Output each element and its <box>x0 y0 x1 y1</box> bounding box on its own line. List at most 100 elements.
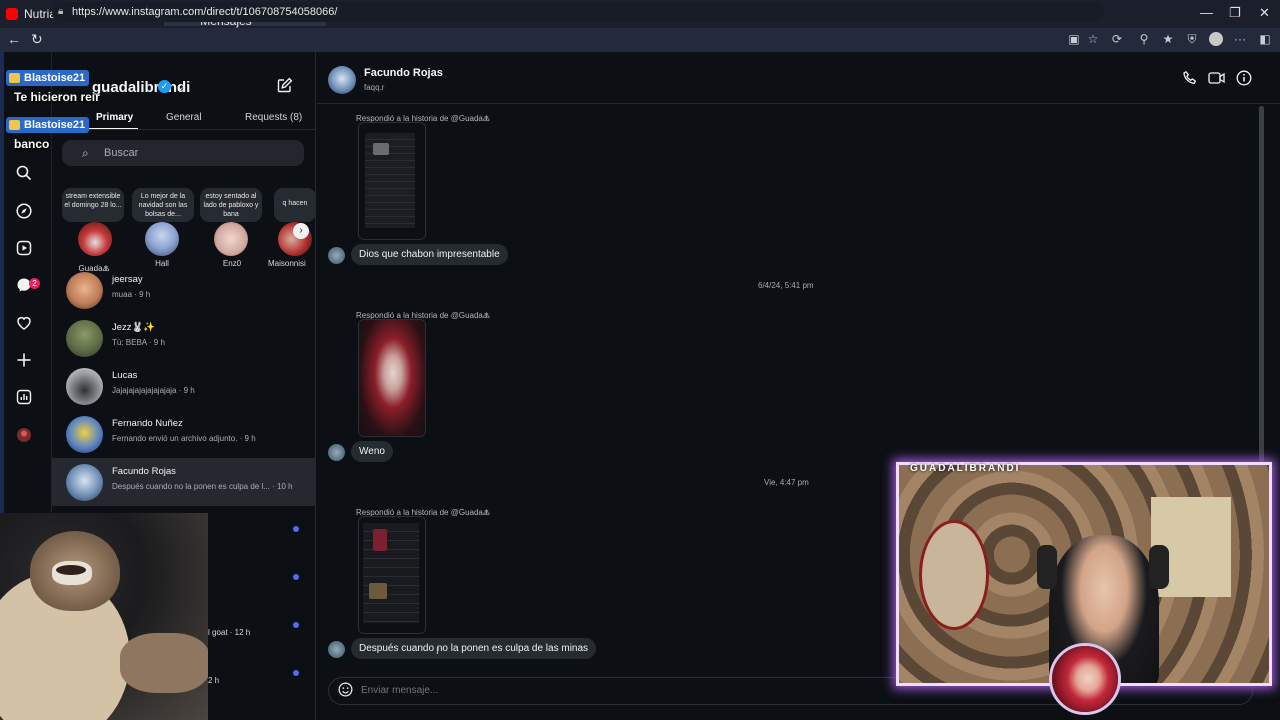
message-bubble[interactable]: Dios que chabon impresentable <box>351 244 508 265</box>
note-avatar[interactable] <box>78 222 112 256</box>
conversation-name: Fernando Nuñez <box>112 418 183 429</box>
heart-icon[interactable] <box>14 315 34 335</box>
message-bubble[interactable]: Weno <box>351 441 393 462</box>
chat-header <box>317 52 1280 104</box>
profile-icon[interactable] <box>14 427 34 447</box>
avatar <box>66 464 103 501</box>
avatar <box>66 320 103 357</box>
tab-requests[interactable]: Requests (8) <box>245 112 302 123</box>
youtube-icon <box>6 8 18 20</box>
search-input[interactable]: ⌕ Buscar <box>62 140 304 166</box>
tab-primary[interactable]: Primary <box>96 112 133 123</box>
avatar <box>66 368 103 405</box>
emoji-icon[interactable] <box>338 682 353 700</box>
video-icon[interactable] <box>1208 70 1225 90</box>
conversation-preview: Después cuando no la ponen es culpa de l… <box>112 482 293 491</box>
sidebar-icon[interactable]: ◧ <box>1258 32 1272 46</box>
lock-icon: 🔒︎ <box>58 6 64 17</box>
story-thumbnail[interactable] <box>358 122 426 240</box>
note-bubble[interactable]: estoy sentado al lado de pabloxo y bana <box>200 188 262 222</box>
conversation-item[interactable]: Fernando Nuñez Fernando envió un archivo… <box>52 410 316 458</box>
conversation-item-selected[interactable]: Facundo Rojas Después cuando no la ponen… <box>52 458 316 506</box>
text-cursor-icon: I <box>436 646 439 657</box>
conversation-preview: Jajajajajajajajajaja · 9 h <box>112 386 195 395</box>
conversation-preview: muaa · 9 h <box>112 290 151 299</box>
url-text: https://www.instagram.com/direct/t/10670… <box>72 6 338 18</box>
more-icon[interactable]: ··· <box>1233 32 1247 46</box>
conversation-preview: Tú: BEBA · 9 h <box>112 338 165 347</box>
avatar <box>66 272 103 309</box>
search-icon: ⌕ <box>82 146 89 160</box>
address-bar[interactable]: 🔒︎ https://www.instagram.com/direct/t/10… <box>52 2 1104 22</box>
chat-contact-username: faqq.r <box>364 83 385 92</box>
reels-icon[interactable] <box>14 240 34 260</box>
note-avatar[interactable] <box>145 222 179 256</box>
note-avatar[interactable] <box>214 222 248 256</box>
unread-dot <box>293 622 299 628</box>
tab-divider <box>62 129 316 130</box>
message-avatar <box>328 444 345 461</box>
alert-username: Blastoise21 <box>24 72 86 84</box>
chat-alert-badge: Blastoise21 <box>6 117 90 133</box>
chat-badge-icon <box>9 120 20 130</box>
compose-icon[interactable] <box>277 77 293 98</box>
alert-message: Te hicieron reir <box>14 90 100 104</box>
chevron-right-icon[interactable]: › <box>293 223 309 239</box>
story-thumbnail[interactable] <box>358 516 426 634</box>
conversation-item[interactable]: jeersay muaa · 9 h <box>52 266 316 314</box>
note-bubble[interactable]: Lo mejor de la navidad son las bolsas de… <box>132 188 194 222</box>
alert-message: banco <box>14 137 50 151</box>
sync-icon[interactable]: ⟳ <box>1110 32 1124 46</box>
favorites-icon[interactable]: ★ <box>1161 32 1175 46</box>
webcam-label: GUADALIBRANDI <box>910 463 1021 474</box>
shield-icon[interactable]: ⛨ <box>1185 32 1199 46</box>
search-icon[interactable] <box>14 165 34 185</box>
favorite-star-icon[interactable]: ☆ <box>1086 32 1100 46</box>
conversation-preview: 2 h <box>208 676 220 685</box>
chat-avatar[interactable] <box>328 66 356 94</box>
message-bubble[interactable]: Después cuando no la ponen es culpa de l… <box>351 638 597 659</box>
chat-alert-badge: Blastoise21 <box>6 70 90 86</box>
extension-icon[interactable]: ⚲ <box>1137 32 1151 46</box>
avatar <box>66 416 103 453</box>
notification-badge: 2 <box>29 278 40 289</box>
otter-video-overlay <box>0 513 208 720</box>
refresh-icon[interactable]: ↻ <box>31 31 43 48</box>
tab-general[interactable]: General <box>166 112 202 123</box>
create-icon[interactable] <box>14 352 34 372</box>
verified-badge-icon: ✓ <box>158 80 171 93</box>
message-input[interactable] <box>361 685 861 696</box>
unread-dot <box>293 526 299 532</box>
message-timestamp: 6/4/24, 5:41 pm <box>758 281 814 290</box>
dashboard-icon[interactable] <box>14 389 34 409</box>
story-thumbnail[interactable] <box>358 319 426 437</box>
info-icon[interactable] <box>1236 70 1252 90</box>
scrollbar-thumb[interactable] <box>1259 106 1264 462</box>
maximize-icon[interactable]: ❐ <box>1229 5 1241 21</box>
chat-badge-icon <box>9 73 20 83</box>
close-window-icon[interactable]: ✕ <box>1259 5 1270 21</box>
back-icon[interactable]: ← <box>7 31 21 47</box>
message-avatar <box>328 641 345 658</box>
conversation-name: jeersay <box>112 274 143 285</box>
profile-avatar-icon[interactable] <box>1209 32 1223 46</box>
note-bubble[interactable]: stream extensible el domingo 28 lo... <box>62 188 124 222</box>
search-placeholder: Buscar <box>104 147 139 159</box>
streamer-avatar <box>1049 643 1121 715</box>
unread-dot <box>293 670 299 676</box>
conversation-name: Facundo Rojas <box>112 466 176 477</box>
conversation-preview: l goat · 12 h <box>208 628 251 637</box>
chevron-down-icon[interactable]: ⌄ <box>176 80 185 93</box>
conversation-preview: Fernando envió un archivo adjunto. · 9 h <box>112 434 256 443</box>
conversation-item[interactable]: Jezz🐰✨ Tú: BEBA · 9 h <box>52 314 316 362</box>
phone-icon[interactable] <box>1182 70 1198 90</box>
message-avatar <box>328 247 345 264</box>
message-timestamp: Vie, 4:47 pm <box>764 478 809 487</box>
chat-contact-name[interactable]: Facundo Rojas <box>364 67 443 79</box>
reader-icon[interactable]: ▣ <box>1067 32 1081 46</box>
note-bubble[interactable]: q hacen <box>274 188 316 222</box>
minimize-icon[interactable]: — <box>1200 5 1213 20</box>
conversation-name: Jezz🐰✨ <box>112 322 156 333</box>
conversation-item[interactable]: Lucas Jajajajajajajajajaja · 9 h <box>52 362 316 410</box>
explore-icon[interactable] <box>14 203 34 223</box>
